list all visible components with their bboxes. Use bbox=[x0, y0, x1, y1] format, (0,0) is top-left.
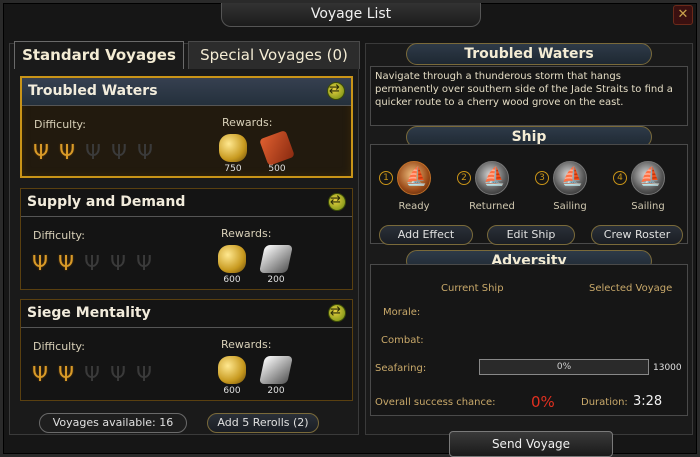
reroll-icon[interactable] bbox=[328, 304, 346, 322]
voyage-header: Siege Mentality bbox=[21, 300, 352, 328]
reward-amount: 200 bbox=[267, 275, 285, 285]
reward-amount: 200 bbox=[267, 386, 285, 396]
reward-item: 200 bbox=[259, 245, 293, 285]
difficulty-label: Difficulty: bbox=[33, 229, 85, 242]
trident-icon: Ψ bbox=[136, 251, 152, 275]
seafaring-progress-bar: 0% bbox=[479, 359, 649, 375]
trident-icon: Ψ bbox=[32, 362, 48, 386]
reward-item: 600 bbox=[217, 356, 247, 396]
add-effect-button[interactable]: Add Effect bbox=[379, 225, 473, 245]
ship-status: Sailing bbox=[553, 201, 587, 212]
difficulty-rating: Ψ Ψ Ψ Ψ Ψ bbox=[29, 362, 155, 386]
gold-pile-icon bbox=[218, 245, 246, 273]
slot-number: 3 bbox=[535, 171, 549, 185]
reward-amount: 600 bbox=[223, 275, 241, 285]
close-button[interactable]: ✕ bbox=[673, 5, 693, 25]
add-rerolls-button[interactable]: Add 5 Rerolls (2) bbox=[207, 413, 319, 433]
voyage-list-panel: Standard Voyages Special Voyages (0) Tro… bbox=[9, 41, 360, 435]
trident-icon: Ψ bbox=[32, 251, 48, 275]
reward-item: 600 bbox=[217, 245, 247, 285]
rewards-label: Rewards: bbox=[222, 116, 273, 129]
ship-status: Ready bbox=[398, 201, 430, 212]
reward-amount: 500 bbox=[268, 164, 286, 174]
send-voyage-button[interactable]: Send Voyage bbox=[449, 431, 613, 457]
trident-icon: Ψ bbox=[110, 362, 126, 386]
morale-label: Morale: bbox=[383, 307, 421, 318]
success-chance-label: Overall success chance: bbox=[375, 397, 496, 408]
edit-ship-button[interactable]: Edit Ship bbox=[487, 225, 575, 245]
silver-bar-icon bbox=[259, 356, 293, 384]
rewards-label: Rewards: bbox=[221, 338, 272, 351]
voyage-title: Troubled Waters bbox=[28, 83, 158, 99]
seafaring-target-value: 13000 bbox=[653, 363, 682, 373]
difficulty-label: Difficulty: bbox=[33, 340, 85, 353]
slot-number: 2 bbox=[457, 171, 471, 185]
window-title: Voyage List bbox=[221, 3, 481, 27]
title-bar: Voyage List ✕ bbox=[3, 3, 697, 29]
voyage-card-supply-and-demand[interactable]: Supply and Demand Difficulty: Rewards: Ψ… bbox=[20, 188, 353, 290]
success-chance-value: 0% bbox=[531, 393, 555, 411]
rewards-label: Rewards: bbox=[221, 227, 272, 240]
selected-voyage-header: Selected Voyage bbox=[589, 283, 673, 294]
duration-value: 3:28 bbox=[633, 394, 663, 409]
detail-title: Troubled Waters bbox=[406, 43, 652, 65]
reroll-icon[interactable] bbox=[327, 82, 345, 100]
reroll-icon[interactable] bbox=[328, 193, 346, 211]
trident-icon: Ψ bbox=[58, 362, 74, 386]
difficulty-rating: Ψ Ψ Ψ Ψ Ψ bbox=[30, 140, 156, 164]
gold-pile-icon bbox=[219, 134, 247, 162]
voyage-header: Troubled Waters bbox=[22, 78, 351, 106]
combat-label: Combat: bbox=[381, 335, 424, 346]
trident-icon: Ψ bbox=[84, 251, 100, 275]
ship-section: 1 Ready 2 Returned 3 Sailing 4 Sailing A… bbox=[370, 144, 688, 245]
voyage-list-footer: Voyages available: 16 Add 5 Rerolls (2) bbox=[9, 413, 359, 435]
voyage-detail-panel: Troubled Waters Navigate through a thund… bbox=[365, 43, 693, 435]
ship-icon bbox=[475, 161, 509, 195]
trident-icon: Ψ bbox=[137, 140, 153, 164]
voyage-window: Voyage List ✕ Standard Voyages Special V… bbox=[0, 0, 700, 457]
ship-icon bbox=[631, 161, 665, 195]
voyage-card-siege-mentality[interactable]: Siege Mentality Difficulty: Rewards: Ψ Ψ… bbox=[20, 299, 353, 401]
tab-special-voyages[interactable]: Special Voyages (0) bbox=[188, 41, 360, 69]
voyage-title: Siege Mentality bbox=[27, 305, 151, 321]
voyage-card-troubled-waters[interactable]: Troubled Waters Difficulty: Rewards: Ψ Ψ… bbox=[20, 76, 353, 178]
silver-bar-icon bbox=[259, 245, 293, 273]
wood-logs-icon bbox=[259, 130, 295, 166]
trident-icon: Ψ bbox=[84, 362, 100, 386]
ship-icon bbox=[397, 161, 431, 195]
ship-status: Sailing bbox=[631, 201, 665, 212]
voyages-available-count: Voyages available: 16 bbox=[39, 413, 187, 433]
trident-icon: Ψ bbox=[110, 251, 126, 275]
reward-item: 750 bbox=[218, 134, 248, 174]
trident-icon: Ψ bbox=[136, 362, 152, 386]
ship-status: Returned bbox=[469, 201, 515, 212]
trident-icon: Ψ bbox=[59, 140, 75, 164]
reward-amount: 750 bbox=[224, 164, 242, 174]
trident-icon: Ψ bbox=[33, 140, 49, 164]
trident-icon: Ψ bbox=[58, 251, 74, 275]
slot-number: 1 bbox=[379, 171, 393, 185]
gold-pile-icon bbox=[218, 356, 246, 384]
voyage-description: Navigate through a thunderous storm that… bbox=[370, 66, 688, 126]
current-ship-header: Current Ship bbox=[441, 283, 504, 294]
reward-item: 200 bbox=[259, 356, 293, 396]
difficulty-rating: Ψ Ψ Ψ Ψ Ψ bbox=[29, 251, 155, 275]
difficulty-label: Difficulty: bbox=[34, 118, 86, 131]
reward-item: 500 bbox=[259, 130, 295, 174]
crew-roster-button[interactable]: Crew Roster bbox=[591, 225, 683, 245]
seafaring-label: Seafaring: bbox=[375, 363, 427, 374]
ship-icon bbox=[553, 161, 587, 195]
voyage-title: Supply and Demand bbox=[27, 194, 186, 210]
duration-label: Duration: bbox=[581, 397, 628, 408]
adversity-section: Current Ship Selected Voyage Morale: Com… bbox=[370, 264, 688, 416]
voyage-header: Supply and Demand bbox=[21, 189, 352, 217]
reward-amount: 600 bbox=[223, 386, 241, 396]
trident-icon: Ψ bbox=[85, 140, 101, 164]
trident-icon: Ψ bbox=[111, 140, 127, 164]
tab-standard-voyages[interactable]: Standard Voyages bbox=[14, 41, 184, 69]
slot-number: 4 bbox=[613, 171, 627, 185]
